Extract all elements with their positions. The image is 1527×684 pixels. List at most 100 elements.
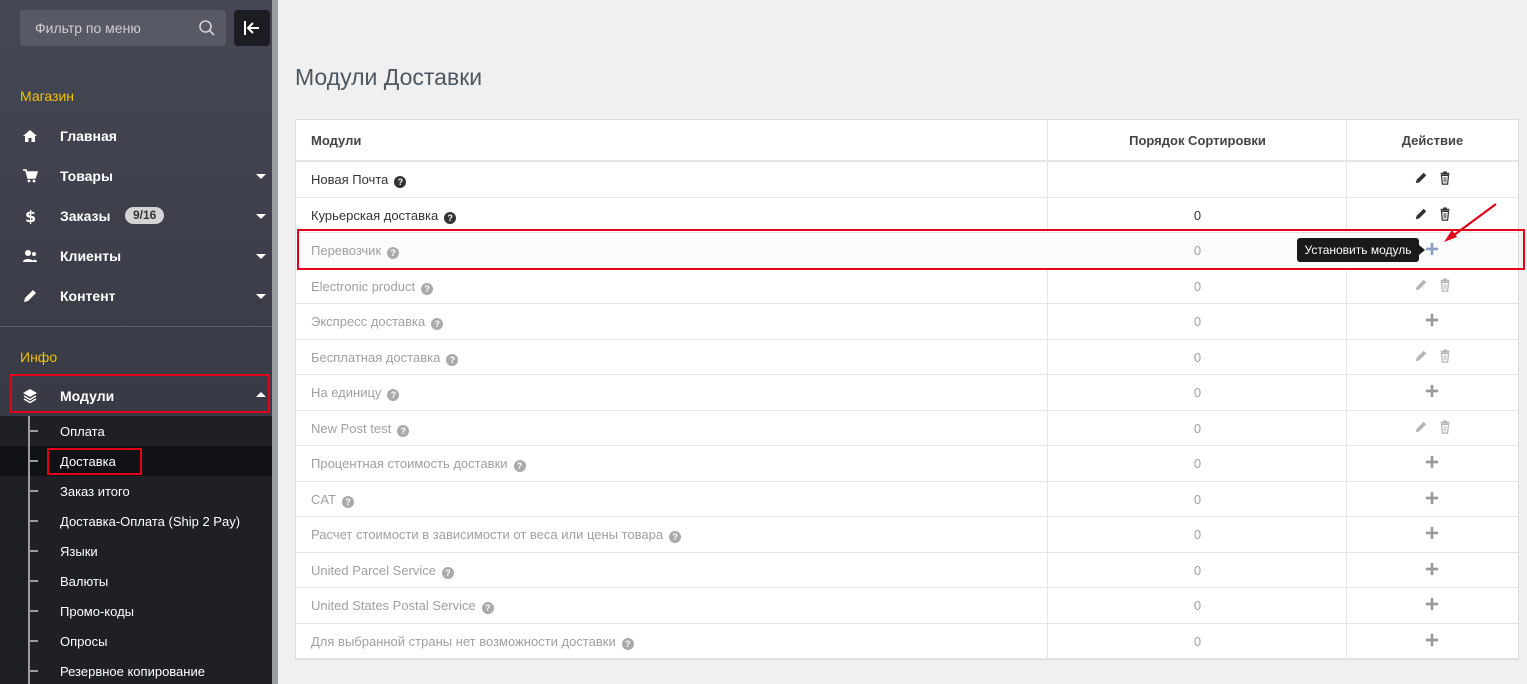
submenu-item-shipping[interactable]: Доставка (0, 446, 272, 476)
page-title: Модули Доставки (295, 64, 483, 90)
tree-line (28, 536, 38, 566)
row-actions (1347, 277, 1518, 296)
chevron-up-icon (256, 392, 266, 397)
plus-icon[interactable] (1425, 633, 1441, 649)
help-icon[interactable]: ? (513, 460, 526, 472)
sidebar-item-label: Клиенты (60, 248, 122, 264)
trash-icon[interactable] (1438, 348, 1454, 365)
pencil-icon (24, 290, 36, 302)
plus-icon[interactable] (1425, 562, 1441, 578)
module-name-text: Electronic product (311, 278, 416, 294)
row-actions (1347, 455, 1518, 473)
section-shop-title: Магазин (20, 88, 75, 104)
table-row: Процентная стоимость доставки? 0 (296, 446, 1518, 482)
sidebar-item-orders[interactable]: $ Заказы 9/16 (0, 196, 272, 236)
module-name: United States Postal Service? (311, 598, 494, 614)
sort-order-value: 0 (1193, 349, 1202, 365)
trash-icon[interactable] (1438, 419, 1454, 436)
sort-order-value: 0 (1193, 420, 1202, 436)
tree-line (28, 476, 38, 506)
submenu-item-label: Валюты (60, 574, 109, 589)
tree-line (28, 596, 38, 626)
help-icon[interactable]: ? (446, 353, 459, 366)
sort-order-value: 0 (1193, 562, 1202, 578)
submenu-item-ship2pay[interactable]: Доставка-Оплата (Ship 2 Pay) (0, 506, 272, 536)
chevron-down-icon (256, 174, 266, 179)
help-icon[interactable]: ? (394, 176, 407, 188)
sort-order-value: 0 (1193, 207, 1202, 223)
search-icon[interactable] (198, 19, 216, 37)
row-actions (1347, 491, 1518, 509)
plus-icon[interactable] (1425, 526, 1441, 542)
module-name: Экспресс доставка? (311, 314, 444, 330)
plus-icon[interactable] (1425, 384, 1441, 400)
help-icon[interactable]: ? (397, 424, 410, 437)
collapse-left-icon (244, 21, 259, 35)
plus-icon[interactable] (1425, 242, 1441, 258)
module-name-text: Перевозчик (311, 243, 382, 258)
sidebar-item-label: Главная (60, 128, 117, 144)
edit-icon[interactable] (1414, 349, 1430, 365)
layers-icon (23, 389, 37, 404)
plus-icon[interactable] (1425, 313, 1441, 329)
menu-filter-input[interactable] (20, 10, 196, 46)
help-icon[interactable]: ? (431, 318, 444, 330)
submenu-item-order-total[interactable]: Заказ итого (0, 476, 272, 506)
sort-order-value: 0 (1193, 385, 1202, 400)
submenu-item-languages[interactable]: Языки (0, 536, 272, 566)
submenu-item-polls[interactable]: Опросы (0, 626, 272, 656)
tree-line (28, 656, 38, 684)
tree-line (28, 446, 38, 476)
column-header-sort: Порядок Сортировки (1129, 133, 1266, 148)
table-row: Курьерская доставка? 0 (296, 198, 1518, 233)
table-row: Бесплатная доставка? 0 (296, 340, 1518, 375)
sidebar-item-home[interactable]: Главная (0, 116, 272, 156)
help-icon[interactable]: ? (621, 637, 634, 650)
submenu-item-promo-codes[interactable]: Промо-коды (0, 596, 272, 626)
sidebar-item-modules[interactable]: Модули (0, 376, 272, 416)
submenu-item-label: Опросы (60, 634, 108, 649)
sidebar-item-products[interactable]: Товары (0, 156, 272, 196)
plus-icon[interactable] (1425, 491, 1441, 507)
submenu-item-payment[interactable]: Оплата (0, 416, 272, 446)
module-name: На единицу? (311, 385, 400, 401)
help-icon[interactable]: ? (481, 602, 494, 614)
edit-icon[interactable] (1414, 278, 1430, 294)
sidebar-item-clients[interactable]: Клиенты (0, 236, 272, 276)
menu-filter (20, 10, 226, 46)
help-icon[interactable]: ? (387, 247, 400, 259)
sidebar: Магазин Главная Товары $ Заказы 9/16 Кли… (0, 0, 278, 684)
trash-icon[interactable] (1438, 171, 1454, 187)
trash-icon[interactable] (1438, 277, 1454, 294)
svg-text:$: $ (25, 208, 36, 224)
submenu-item-currencies[interactable]: Валюты (0, 566, 272, 596)
sort-order-value: 0 (1193, 491, 1202, 507)
help-icon[interactable]: ? (669, 531, 682, 543)
sort-order-value: 0 (1193, 527, 1202, 542)
submenu-item-backup[interactable]: Резервное копирование (0, 656, 272, 684)
module-name-text: United Parcel Service (311, 562, 436, 578)
help-icon[interactable]: ? (387, 389, 400, 401)
tree-line (28, 566, 38, 596)
module-name-text: United States Postal Service (311, 598, 476, 613)
submenu-item-label: Резервное копирование (60, 664, 205, 679)
table-row: CAT? 0 (296, 482, 1518, 517)
plus-icon[interactable] (1425, 455, 1441, 471)
module-name-text: Процентная стоимость доставки (311, 456, 508, 471)
plus-icon[interactable] (1425, 597, 1441, 613)
help-icon[interactable]: ? (444, 211, 457, 224)
edit-icon[interactable] (1414, 207, 1430, 223)
module-name-text: Курьерская доставка (311, 207, 439, 223)
help-icon[interactable]: ? (442, 566, 454, 579)
sidebar-scrollbar[interactable] (272, 0, 278, 684)
edit-icon[interactable] (1414, 420, 1430, 436)
help-icon[interactable]: ? (342, 495, 355, 508)
table-row: Для выбранной страны нет возможности дос… (296, 624, 1518, 659)
sidebar-item-content[interactable]: Контент (0, 276, 272, 316)
collapse-sidebar-button[interactable] (234, 10, 270, 46)
sort-order-value: 0 (1193, 314, 1202, 329)
help-icon[interactable]: ? (421, 282, 434, 295)
edit-icon[interactable] (1414, 171, 1430, 187)
table-row: Electronic product? 0 (296, 269, 1518, 304)
module-name-text: Новая Почта (311, 172, 389, 187)
